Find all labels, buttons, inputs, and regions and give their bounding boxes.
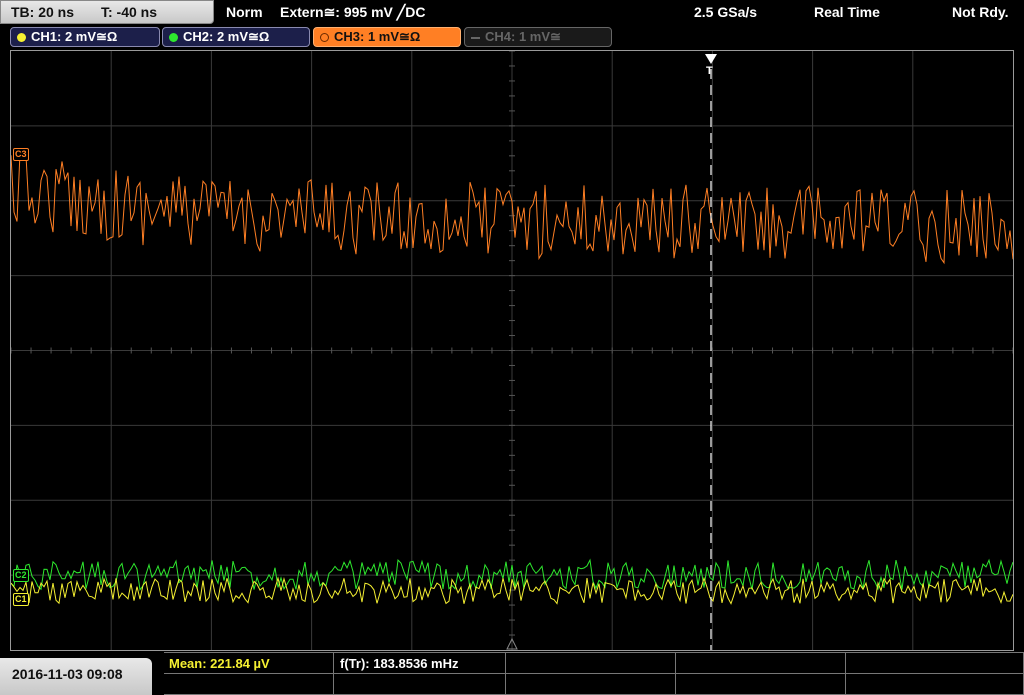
trigger-status: Not Rdy.: [952, 4, 1009, 20]
datetime: 2016-11-03 09:08: [12, 666, 123, 682]
measurement-cell-empty[interactable]: [506, 653, 676, 674]
channel-3-indicator-icon: [320, 33, 329, 42]
channel-4-tab[interactable]: CH4: 1 mV≅: [464, 27, 612, 47]
trigger-time-value: T: -40 ns: [101, 4, 158, 20]
trigger-marker: T: [706, 65, 713, 77]
measurement-cell-empty[interactable]: [506, 674, 676, 695]
measurement-cell-mean[interactable]: Mean: 221.84 µV: [164, 653, 334, 674]
channel-2-offset-marker[interactable]: C2: [13, 569, 29, 582]
channel-2-indicator-icon: [169, 33, 178, 42]
top-status-bar: TB: 20 ns T: -40 ns Norm Extern≅: 995 mV…: [0, 0, 1024, 24]
measurement-cell-empty[interactable]: [846, 653, 1024, 674]
channel-3-offset-marker[interactable]: C3: [13, 148, 29, 161]
timebase-value: TB: 20 ns: [11, 4, 75, 20]
acquisition-mode[interactable]: Norm: [226, 4, 263, 20]
datetime-panel: 2016-11-03 09:08: [0, 658, 152, 695]
channel-1-tab[interactable]: CH1: 2 mV≅Ω: [10, 27, 160, 47]
trigger-source[interactable]: Extern≅: 995 mV ╱DC: [280, 4, 425, 21]
time-mode: Real Time: [814, 4, 880, 20]
channel-1-indicator-icon: [17, 33, 26, 42]
measurement-cell-empty[interactable]: [676, 674, 846, 695]
waveform-display[interactable]: T C3 C2 C1: [10, 50, 1014, 651]
channel-tabs: CH1: 2 mV≅Ω CH2: 2 mV≅Ω CH3: 1 mV≅Ω CH4:…: [0, 25, 1024, 49]
channel-4-off-icon: [471, 37, 480, 39]
measurement-cell-empty[interactable]: [676, 653, 846, 674]
waveform-canvas: [11, 51, 1013, 650]
timebase-panel[interactable]: TB: 20 ns T: -40 ns: [0, 0, 214, 24]
channel-2-tab[interactable]: CH2: 2 mV≅Ω: [162, 27, 310, 47]
measurement-table: Mean: 221.84 µV f(Tr): 183.8536 mHz: [164, 652, 1024, 695]
channel-3-label: CH3: 1 mV≅Ω: [334, 29, 421, 44]
measurement-cell-empty[interactable]: [334, 674, 506, 695]
bottom-bar: 2016-11-03 09:08 Mean: 221.84 µV f(Tr): …: [0, 652, 1024, 695]
channel-3-tab[interactable]: CH3: 1 mV≅Ω: [313, 27, 461, 47]
channel-1-label: CH1: 2 mV≅Ω: [31, 29, 118, 44]
measurement-cell-freq[interactable]: f(Tr): 183.8536 mHz: [334, 653, 506, 674]
mean-measurement: Mean: 221.84 µV: [169, 656, 270, 671]
channel-2-label: CH2: 2 mV≅Ω: [183, 29, 270, 44]
channel-1-offset-marker[interactable]: C1: [13, 593, 29, 606]
sample-rate: 2.5 GSa/s: [694, 4, 758, 20]
frequency-measurement: f(Tr): 183.8536 mHz: [340, 656, 459, 671]
graticule-grid: [11, 51, 1013, 650]
trigger-arrow-icon: [705, 54, 717, 64]
channel-4-label: CH4: 1 mV≅: [485, 29, 561, 44]
measurement-cell-empty[interactable]: [846, 674, 1024, 695]
measurement-cell-empty[interactable]: [164, 674, 334, 695]
